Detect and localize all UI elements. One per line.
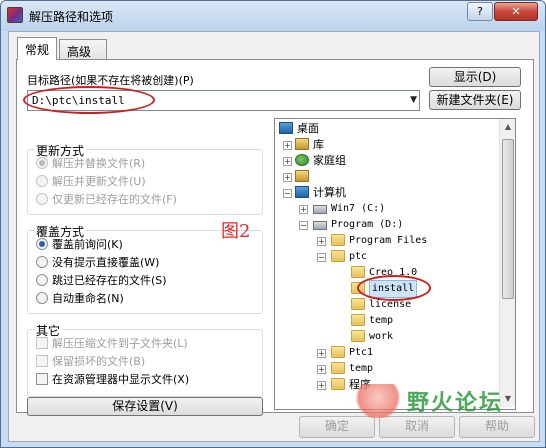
option-extract-to-subfolders[interactable]: 解压压缩文件到子文件夹(L) bbox=[36, 336, 188, 352]
folder-icon bbox=[351, 314, 365, 326]
save-settings-button[interactable]: 保存设置(V) bbox=[27, 397, 263, 416]
show-button[interactable]: 显示(D) bbox=[429, 67, 521, 87]
radio-icon bbox=[36, 256, 48, 268]
collapse-icon[interactable]: − bbox=[299, 221, 308, 230]
checkbox-icon bbox=[36, 373, 48, 385]
option-extract-update[interactable]: 解压并更新文件(U) bbox=[36, 174, 146, 190]
folder-icon bbox=[351, 298, 365, 310]
misc-group: 其它 解压压缩文件到子文件夹(L) 保留损坏的文件(B) 在资源管理器中显示文件… bbox=[27, 322, 263, 397]
option-update-existing[interactable]: 仅更新已经存在的文件(F) bbox=[36, 192, 177, 208]
radio-icon bbox=[36, 238, 48, 250]
extract-dialog-window: 解压路径和选项 ? ✕ 常规 高级 目标路径(如果不存在将被创建)(P) D:\… bbox=[0, 0, 546, 448]
library-icon bbox=[295, 138, 309, 150]
user-folder-icon bbox=[295, 170, 309, 182]
scroll-thumb[interactable] bbox=[502, 139, 514, 299]
option-extract-replace[interactable]: 解压并替换文件(R) bbox=[36, 156, 145, 172]
folder-tree[interactable]: 桌面 + 库 + 家庭组 + − 计算机 + Win7 (C:) − Progr… bbox=[274, 118, 516, 410]
expand-icon[interactable]: + bbox=[283, 141, 292, 150]
expand-icon[interactable]: + bbox=[283, 173, 292, 182]
folder-icon bbox=[351, 330, 365, 342]
expand-icon[interactable]: + bbox=[317, 381, 326, 390]
checkbox-icon bbox=[36, 355, 48, 367]
close-button[interactable]: ✕ bbox=[494, 2, 538, 21]
folder-icon bbox=[331, 362, 345, 374]
dialog-client-area: 常规 高级 目标路径(如果不存在将被创建)(P) D:\ptc\install … bbox=[8, 31, 540, 442]
title-bar[interactable]: 解压路径和选项 ? ✕ bbox=[1, 1, 545, 31]
new-folder-button[interactable]: 新建文件夹(E) bbox=[429, 90, 521, 110]
folder-icon bbox=[331, 346, 345, 358]
update-mode-group: 更新方式 解压并替换文件(R) 解压并更新文件(U) 仅更新已经存在的文件(F) bbox=[27, 142, 263, 215]
help-button[interactable]: 帮助 bbox=[459, 416, 535, 438]
tab-advanced[interactable]: 高级 bbox=[59, 39, 107, 59]
cancel-button[interactable]: 取消 bbox=[379, 416, 455, 438]
winrar-icon bbox=[7, 7, 23, 23]
expand-icon[interactable]: + bbox=[317, 349, 326, 358]
option-skip-existing[interactable]: 跳过已经存在的文件(S) bbox=[36, 273, 167, 289]
watermark-text: 野火论坛 bbox=[407, 391, 504, 416]
drive-icon bbox=[313, 205, 327, 214]
radio-icon bbox=[36, 157, 48, 169]
computer-icon bbox=[295, 186, 309, 198]
drive-icon bbox=[313, 221, 327, 230]
tab-general[interactable]: 常规 bbox=[17, 37, 57, 60]
expand-icon[interactable]: + bbox=[317, 365, 326, 374]
collapse-icon[interactable]: − bbox=[283, 189, 292, 198]
help-title-button[interactable]: ? bbox=[467, 2, 493, 21]
folder-icon bbox=[331, 234, 345, 246]
monitor-icon bbox=[279, 122, 293, 134]
folder-icon bbox=[351, 266, 365, 278]
collapse-icon[interactable]: − bbox=[317, 253, 326, 262]
expand-icon[interactable]: + bbox=[299, 205, 308, 214]
option-overwrite-without-prompt[interactable]: 没有提示直接覆盖(W) bbox=[36, 255, 159, 271]
target-path-label: 目标路径(如果不存在将被创建)(P) bbox=[27, 74, 194, 87]
checkbox-icon bbox=[36, 337, 48, 349]
ok-button[interactable]: 确定 bbox=[299, 416, 375, 438]
radio-icon bbox=[36, 292, 48, 304]
window-title: 解压路径和选项 bbox=[29, 10, 114, 24]
radio-icon bbox=[36, 274, 48, 286]
option-ask-before-overwrite[interactable]: 覆盖前询问(K) bbox=[36, 237, 123, 253]
folder-icon bbox=[331, 378, 345, 390]
homegroup-icon bbox=[295, 154, 309, 166]
watermark-logo-icon bbox=[353, 384, 403, 418]
radio-icon bbox=[36, 175, 48, 187]
scroll-up-icon[interactable]: ▲ bbox=[500, 119, 515, 135]
expand-icon[interactable]: + bbox=[317, 237, 326, 246]
folder-icon bbox=[331, 250, 345, 262]
tree-scrollbar[interactable]: ▲ ▼ bbox=[499, 119, 515, 407]
annotation-label: 图2 bbox=[221, 221, 251, 242]
highlight-ellipse-path bbox=[23, 86, 155, 114]
option-show-in-explorer[interactable]: 在资源管理器中显示文件(X) bbox=[36, 372, 189, 388]
expand-icon[interactable]: + bbox=[283, 157, 292, 166]
general-tab-panel: 目标路径(如果不存在将被创建)(P) D:\ptc\install ▼ 显示(D… bbox=[16, 59, 534, 416]
option-auto-rename[interactable]: 自动重命名(N) bbox=[36, 291, 124, 307]
radio-icon bbox=[36, 193, 48, 205]
chevron-down-icon[interactable]: ▼ bbox=[410, 95, 417, 105]
option-keep-broken-files[interactable]: 保留损坏的文件(B) bbox=[36, 354, 145, 370]
